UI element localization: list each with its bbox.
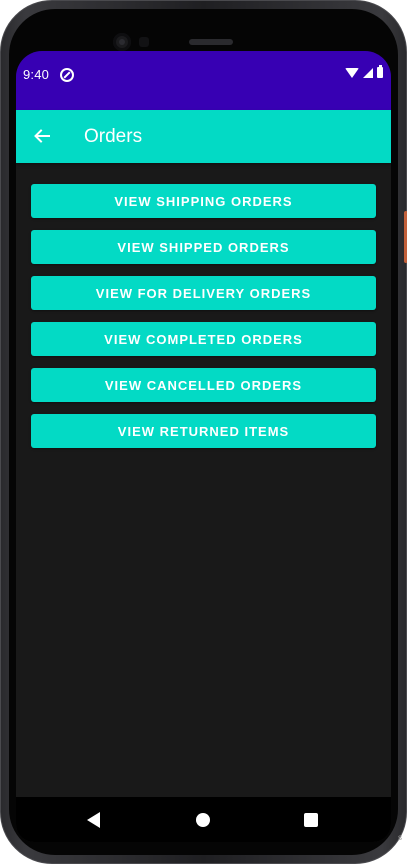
system-nav-bar (16, 797, 391, 842)
view-completed-orders-button[interactable]: VIEW COMPLETED ORDERS (31, 322, 376, 356)
view-cancelled-orders-button[interactable]: VIEW CANCELLED ORDERS (31, 368, 376, 402)
app-screen: 9:40 Orders VIEW SHIPPING ORDERS VIEW SH… (16, 51, 391, 842)
status-bar: 9:40 (16, 51, 391, 110)
page-title: Orders (84, 126, 143, 147)
nav-back-icon[interactable] (87, 812, 100, 828)
edge-glyph: s (398, 833, 402, 842)
battery-icon (377, 65, 383, 78)
nav-recents-icon[interactable] (304, 813, 318, 827)
earpiece-speaker (189, 39, 233, 45)
status-time: 9:40 (23, 67, 50, 82)
view-shipping-orders-button[interactable]: VIEW SHIPPING ORDERS (31, 184, 376, 218)
app-bar: Orders (16, 110, 391, 163)
phone-frame: 9:40 Orders VIEW SHIPPING ORDERS VIEW SH… (0, 0, 407, 864)
signal-icon (363, 67, 373, 78)
back-arrow-icon[interactable] (33, 127, 51, 145)
sensor-icon (139, 37, 149, 47)
wifi-icon (345, 67, 359, 78)
view-returned-items-button[interactable]: VIEW RETURNED ITEMS (31, 414, 376, 448)
front-camera-icon (113, 33, 131, 51)
view-shipped-orders-button[interactable]: VIEW SHIPPED ORDERS (31, 230, 376, 264)
status-indicators (345, 65, 383, 78)
view-for-delivery-orders-button[interactable]: VIEW FOR DELIVERY ORDERS (31, 276, 376, 310)
notification-icon (60, 68, 74, 82)
orders-button-list: VIEW SHIPPING ORDERS VIEW SHIPPED ORDERS… (31, 184, 376, 460)
nav-home-icon[interactable] (196, 813, 210, 827)
